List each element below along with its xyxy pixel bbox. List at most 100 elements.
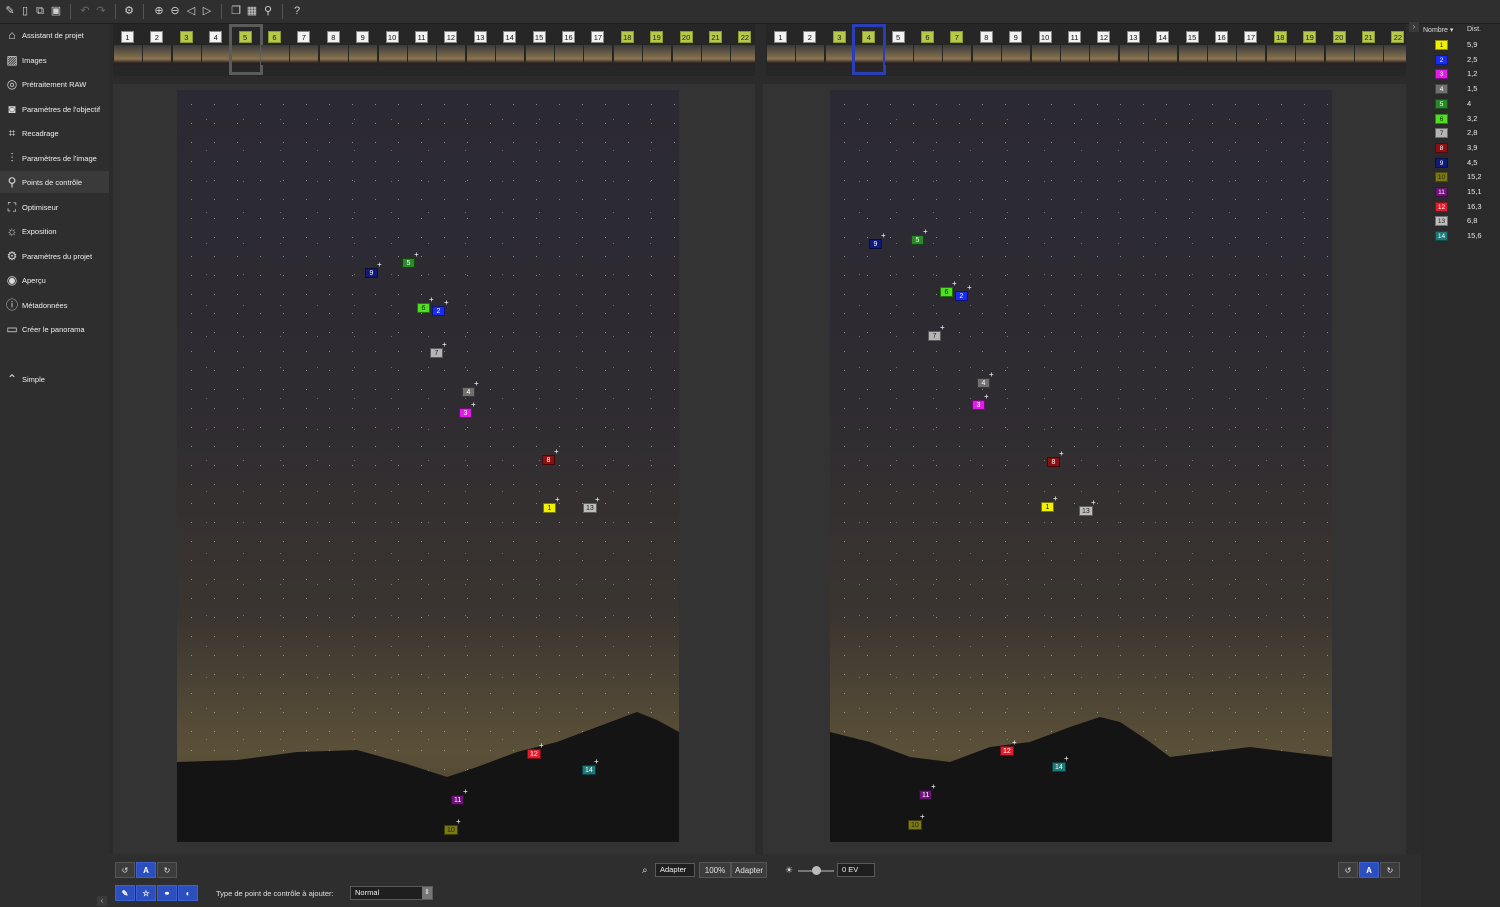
control-point-marker-8[interactable]: 8 [1047, 457, 1060, 467]
rotate-right-icon[interactable]: ↻ [157, 862, 177, 878]
thumbnail-17[interactable]: 17 [584, 27, 613, 72]
image-left[interactable]: 1 +2 +3 +4 +5 +6 +7 +8 +9 +10 +11 +12 +13 +14 + [177, 90, 679, 842]
fit-button-right[interactable]: Adapter [731, 862, 767, 878]
control-point-crosshair[interactable]: + [881, 232, 886, 240]
expand-list-icon[interactable]: › [1409, 22, 1419, 32]
exposure-value-field[interactable]: 0 EV [837, 863, 875, 877]
image-right[interactable]: 1 +2 +3 +4 +5 +6 +7 +8 +9 +10 +11 +12 +13 +14 + [830, 90, 1332, 842]
control-point-crosshair[interactable]: + [1064, 755, 1069, 763]
control-point-crosshair[interactable]: + [377, 261, 382, 269]
thumbnail-21[interactable]: 21 [702, 27, 730, 72]
duplicate-icon[interactable]: ⧉ [33, 4, 47, 18]
thumbnail-2[interactable]: 2 [796, 27, 825, 72]
save-icon[interactable]: ▣ [49, 4, 63, 18]
thumbnail-18[interactable]: 18 [1266, 27, 1295, 72]
star-icon[interactable]: ☆ [136, 885, 156, 901]
add-point-icon[interactable]: ✎ [115, 885, 135, 901]
sidebar-item-lens[interactable]: ◙ Paramètres de l'objectif [0, 98, 109, 120]
control-point-crosshair[interactable]: + [471, 401, 476, 409]
control-point-crosshair[interactable]: + [594, 758, 599, 766]
control-point-type-select[interactable]: Normal [350, 886, 433, 900]
thumbnail-15[interactable]: 15 [525, 27, 554, 72]
control-point-marker-11[interactable]: 11 [451, 795, 465, 805]
control-point-marker-11[interactable]: 11 [919, 790, 933, 800]
control-point-crosshair[interactable]: + [554, 448, 559, 456]
control-point-marker-3[interactable]: 3 [459, 408, 472, 418]
thumbnail-17[interactable]: 17 [1237, 27, 1266, 72]
thumbnail-7[interactable]: 7 [290, 27, 319, 72]
list-item[interactable]: 2 2,5 [1421, 53, 1500, 67]
thumbnail-6[interactable]: 6 [261, 27, 289, 72]
control-point-crosshair[interactable]: + [595, 496, 600, 504]
control-point-crosshair[interactable]: + [429, 296, 434, 304]
thumbnail-4[interactable]: 4 [852, 24, 887, 75]
control-point-marker-12[interactable]: 12 [1000, 746, 1014, 756]
control-point-marker-10[interactable]: 10 [444, 825, 458, 835]
control-point-marker-1[interactable]: 1 [543, 503, 556, 513]
column-header-number[interactable]: Nombre ▾ [1423, 26, 1453, 34]
previous-icon[interactable]: ◁ [184, 4, 198, 18]
list-item[interactable]: 1 5,9 [1421, 38, 1500, 52]
thumbnail-3[interactable]: 3 [172, 27, 201, 72]
control-point-crosshair[interactable]: + [967, 284, 972, 292]
control-point-marker-6[interactable]: 6 [417, 303, 430, 313]
thumbnail-14[interactable]: 14 [496, 27, 525, 72]
control-point-crosshair[interactable]: + [414, 251, 419, 259]
thumbnail-20[interactable]: 20 [672, 27, 701, 72]
thumbnail-1[interactable]: 1 [767, 27, 795, 72]
control-point-marker-2[interactable]: 2 [955, 291, 968, 301]
sidebar-item-image-settings[interactable]: ⫶ Paramètres de l'image [0, 147, 109, 169]
control-point-marker-9[interactable]: 9 [869, 239, 882, 249]
contrast-icon[interactable]: ◐ [178, 885, 198, 901]
thumbnail-9[interactable]: 9 [1002, 27, 1031, 72]
edit-icon[interactable]: ✎ [3, 4, 17, 18]
thumbnail-16[interactable]: 16 [555, 27, 583, 72]
thumbnail-4[interactable]: 4 [202, 27, 231, 72]
auto-button-left[interactable]: A [136, 862, 156, 878]
zoom-out-icon[interactable]: ⊖ [168, 4, 182, 18]
control-point-crosshair[interactable]: + [923, 228, 928, 236]
thumbnail-8[interactable]: 8 [319, 27, 348, 72]
list-item[interactable]: 3 1,2 [1421, 67, 1500, 81]
list-item[interactable]: 6 3,2 [1421, 112, 1500, 126]
list-item[interactable]: 7 2,8 [1421, 126, 1500, 140]
sidebar-item-assistant[interactable]: ⌂ Assistant de projet [0, 24, 109, 46]
list-item[interactable]: 14 15,6 [1421, 229, 1500, 243]
exposure-slider-handle[interactable] [812, 866, 821, 875]
zoom-in-icon[interactable]: ⊕ [152, 4, 166, 18]
sidebar-item-control-points[interactable]: ⚲ Points de contrôle [0, 171, 109, 193]
control-point-crosshair[interactable]: + [1053, 495, 1058, 503]
thumbnail-5[interactable]: 5 [228, 24, 263, 75]
control-point-marker-13[interactable]: 13 [1079, 506, 1093, 516]
control-point-marker-13[interactable]: 13 [583, 503, 597, 513]
thumbnail-20[interactable]: 20 [1325, 27, 1354, 72]
thumbnail-14[interactable]: 14 [1149, 27, 1178, 72]
control-point-crosshair[interactable]: + [444, 299, 449, 307]
simple-mode-toggle[interactable]: ⌃ Simple [0, 368, 109, 390]
control-point-crosshair[interactable]: + [1059, 450, 1064, 458]
list-item[interactable]: 54 [1421, 97, 1500, 111]
link-icon[interactable]: ⚭ [157, 885, 177, 901]
list-item[interactable]: 8 3,9 [1421, 141, 1500, 155]
control-point-marker-8[interactable]: 8 [542, 455, 555, 465]
thumbnail-19[interactable]: 19 [1296, 27, 1325, 72]
thumbnail-15[interactable]: 15 [1178, 27, 1207, 72]
new-project-icon[interactable]: ▯ [18, 4, 32, 18]
control-point-crosshair[interactable]: + [463, 788, 468, 796]
rotate-left-icon[interactable]: ↺ [115, 862, 135, 878]
thumbnail-7[interactable]: 7 [943, 27, 972, 72]
thumbnail-3[interactable]: 3 [825, 27, 854, 72]
thumbnail-19[interactable]: 19 [643, 27, 672, 72]
control-point-marker-7[interactable]: 7 [928, 331, 941, 341]
collapse-sidebar-icon[interactable]: ‹ [97, 896, 107, 906]
list-item[interactable]: 12 16,3 [1421, 200, 1500, 214]
control-point-crosshair[interactable]: + [989, 371, 994, 379]
sidebar-item-optimizer[interactable]: ⛶ Optimiseur [0, 196, 109, 218]
thumbnail-11[interactable]: 11 [408, 27, 436, 72]
next-icon[interactable]: ▷ [200, 4, 214, 18]
control-point-crosshair[interactable]: + [539, 742, 544, 750]
sidebar-item-metadata[interactable]: ⓘ Métadonnées [0, 294, 109, 316]
fit-button-left[interactable]: Adapter [655, 863, 695, 877]
control-point-marker-6[interactable]: 6 [940, 287, 953, 297]
rotate-right-icon[interactable]: ↻ [1380, 862, 1400, 878]
